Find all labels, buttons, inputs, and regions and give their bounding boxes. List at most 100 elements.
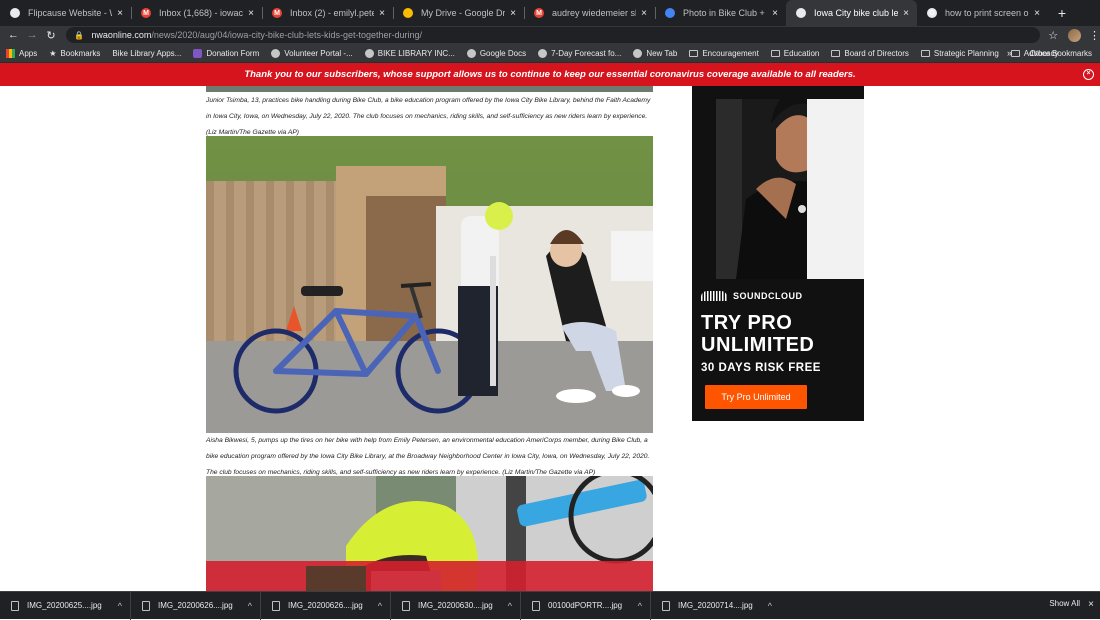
bookmark-label: Encouragement xyxy=(702,48,759,58)
bookmark-label: Bike Library Apps... xyxy=(112,48,182,58)
globe-icon xyxy=(633,48,643,58)
reload-button[interactable]: ↻ xyxy=(42,29,61,42)
globe-icon xyxy=(271,48,281,58)
close-downloads-icon[interactable]: × xyxy=(1088,599,1094,610)
browser-toolbar: ← → ↻ 🔒 nwaonline.com/news/2020/aug/04/i… xyxy=(0,26,1100,44)
profile-avatar[interactable] xyxy=(1068,28,1081,42)
download-item[interactable]: 00100dPORTR....jpg ^ xyxy=(520,591,650,620)
download-item[interactable]: IMG_20200714....jpg ^ xyxy=(650,591,780,620)
browser-tab[interactable]: Photo in Bike Club + Pop Fri × xyxy=(655,0,786,26)
tab-close-icon[interactable]: × xyxy=(772,8,778,19)
show-all-button[interactable]: Show All xyxy=(1049,599,1080,608)
file-icon xyxy=(532,600,540,611)
bookmark-item[interactable]: Board of Directors xyxy=(831,49,909,58)
bookmark-item[interactable]: Education xyxy=(770,48,820,58)
folder-icon xyxy=(920,49,930,57)
url-host: nwaonline.com xyxy=(91,30,152,40)
tab-title: Inbox (2) - emilyl.petersen@ xyxy=(290,8,375,18)
folder-icon xyxy=(831,49,841,57)
tab-close-icon[interactable]: × xyxy=(379,8,385,19)
other-bookmarks[interactable]: Other Bookmarks xyxy=(1026,49,1092,58)
back-button[interactable]: ← xyxy=(4,29,23,41)
try-pro-button[interactable]: Try Pro Unlimited xyxy=(705,385,807,409)
chevron-up-icon[interactable]: ^ xyxy=(378,601,382,611)
globe-icon xyxy=(364,48,374,58)
chevron-up-icon[interactable]: ^ xyxy=(508,601,512,611)
browser-menu-button[interactable]: ⋮ xyxy=(1089,29,1100,42)
bookmark-label: Education xyxy=(783,48,820,58)
tab-close-icon[interactable]: × xyxy=(1034,8,1040,19)
download-filename: IMG_20200714....jpg xyxy=(678,601,753,610)
bookmark-item[interactable]: BIKE LIBRARY INC... xyxy=(364,48,455,58)
browser-tab[interactable]: My Drive - Google Drive × xyxy=(393,0,524,26)
globe-icon xyxy=(466,48,476,58)
tab-title: Flipcause Website - Website xyxy=(28,8,112,18)
bookmark-label: 7-Day Forecast fo... xyxy=(551,48,622,58)
file-icon xyxy=(402,600,410,611)
ad-photo-side xyxy=(807,99,864,279)
chevron-up-icon[interactable]: ^ xyxy=(768,601,772,611)
form-icon xyxy=(193,48,203,58)
bookmarks-bar: Apps ★ Bookmarks Bike Library Apps... Donati… xyxy=(0,44,1100,63)
download-item[interactable]: IMG_20200625....jpg ^ xyxy=(0,592,130,620)
bookmark-label: Bookmarks xyxy=(60,48,101,58)
bookmark-item[interactable]: Google Docs xyxy=(466,48,526,58)
address-bar[interactable]: 🔒 nwaonline.com/news/2020/aug/04/iowa-ci… xyxy=(66,27,1041,43)
tab-close-icon[interactable]: × xyxy=(248,8,254,19)
bookmark-item[interactable]: 7-Day Forecast fo... xyxy=(538,48,622,58)
download-filename: IMG_20200630....jpg xyxy=(418,601,493,610)
bookmark-item[interactable]: Bike Library Apps... xyxy=(112,49,181,58)
download-item[interactable]: IMG_20200630....jpg ^ xyxy=(390,591,520,620)
soundcloud-ad[interactable]: SOUNDCLOUD TRY PRO UNLIMITED 30 DAYS RIS… xyxy=(692,86,864,421)
browser-tab[interactable]: M Inbox (2) - emilyl.petersen@ × xyxy=(262,0,393,26)
ad-brand: SOUNDCLOUD xyxy=(733,291,803,301)
tab-close-icon[interactable]: × xyxy=(117,8,123,19)
tab-title: Photo in Bike Club + Pop Fri xyxy=(683,8,767,18)
browser-tab[interactable]: M Inbox (1,668) - iowacitybike × xyxy=(131,0,262,26)
chevron-up-icon[interactable]: ^ xyxy=(638,601,642,611)
tab-favicon-icon xyxy=(796,8,806,18)
bookmark-star-icon[interactable]: ☆ xyxy=(1048,29,1058,42)
tab-favicon-icon xyxy=(403,8,413,18)
file-icon xyxy=(11,600,19,611)
soundcloud-cloud-icon xyxy=(701,291,727,301)
browser-tab[interactable]: Ghow to print screen on macb × xyxy=(917,0,1048,26)
forward-button[interactable]: → xyxy=(23,29,42,41)
download-item[interactable]: IMG_20200626....jpg ^ xyxy=(260,591,390,620)
new-tab-button[interactable]: + xyxy=(1048,0,1076,26)
globe-icon xyxy=(538,48,548,58)
browser-tab[interactable]: Flipcause Website - Website × xyxy=(0,0,131,26)
download-item[interactable]: IMG_20200626....jpg ^ xyxy=(130,591,260,620)
folder-icon xyxy=(1010,49,1020,57)
bookmarks-overflow-button[interactable]: » xyxy=(1007,48,1012,58)
tab-title: audrey wiedemeier shared "I xyxy=(552,8,636,18)
browser-tab[interactable]: Iowa City bike club lets kids × xyxy=(786,0,917,26)
article-photo-bike-pump xyxy=(206,136,653,433)
tab-close-icon[interactable]: × xyxy=(510,8,516,19)
bookmark-item[interactable]: Strategic Planning xyxy=(920,48,999,58)
banner-close-icon[interactable]: × xyxy=(1083,69,1094,80)
tab-title: Iowa City bike club lets kids xyxy=(814,8,899,18)
other-bookmarks-label: Other Bookmarks xyxy=(1029,48,1092,58)
banner-text: Thank you to our subscribers, whose supp… xyxy=(244,69,856,80)
bookmark-item[interactable]: ★ Bookmarks xyxy=(49,49,100,58)
bookmark-label: Strategic Planning xyxy=(933,48,999,58)
browser-tab[interactable]: Maudrey wiedemeier shared "I × xyxy=(524,0,655,26)
photo-1-bottom-edge xyxy=(206,86,653,92)
tab-close-icon[interactable]: × xyxy=(903,8,909,19)
bookmark-item[interactable]: Encouragement xyxy=(689,48,759,58)
tab-close-icon[interactable]: × xyxy=(641,8,647,19)
lock-icon: 🔒 xyxy=(74,30,85,40)
bookmark-item[interactable]: Volunteer Portal -... xyxy=(271,48,353,58)
bookmark-item[interactable]: Donation Form xyxy=(193,48,259,58)
chevron-up-icon[interactable]: ^ xyxy=(118,601,122,611)
bookmark-item[interactable]: Apps xyxy=(6,48,37,58)
url-path: /news/2020/aug/04/iowa-city-bike-club-le… xyxy=(151,30,422,40)
file-icon xyxy=(662,600,670,611)
subscriber-banner: Thank you to our subscribers, whose supp… xyxy=(0,63,1100,86)
folder-icon xyxy=(770,49,780,57)
bookmark-item[interactable]: New Tab xyxy=(633,48,677,58)
chevron-up-icon[interactable]: ^ xyxy=(248,601,252,611)
tab-favicon-icon xyxy=(10,8,20,18)
download-filename: 00100dPORTR....jpg xyxy=(548,601,623,610)
